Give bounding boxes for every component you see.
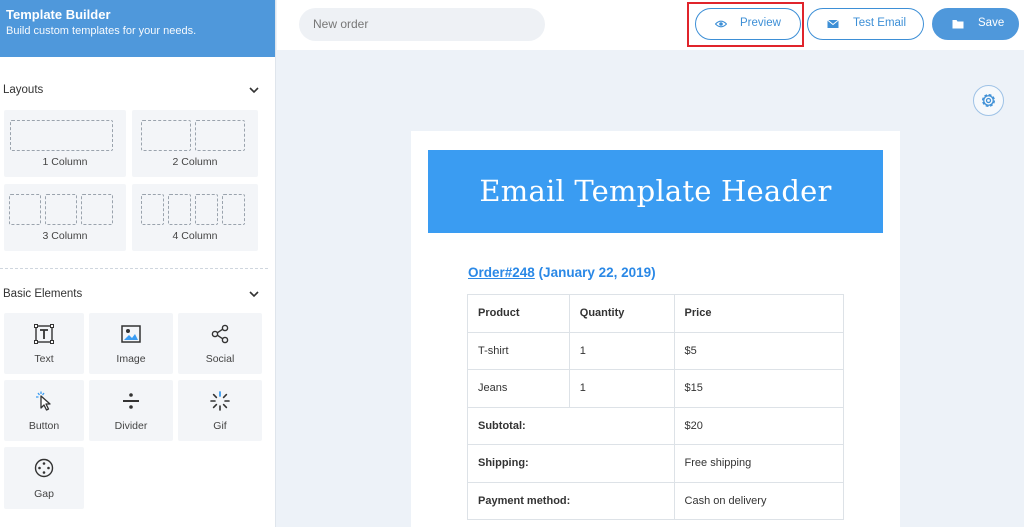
column-placeholder xyxy=(45,194,77,225)
element-image[interactable]: Image xyxy=(89,313,173,374)
layout-4-column[interactable]: 4 Column xyxy=(132,184,258,251)
table-row: T-shirt 1 $5 xyxy=(467,331,845,370)
folder-icon xyxy=(952,20,964,29)
chevron-down-icon xyxy=(249,87,259,94)
layout-3-column[interactable]: 3 Column xyxy=(4,184,126,251)
element-gap[interactable]: Gap xyxy=(4,447,84,509)
sidebar: Template Builder Build custom templates … xyxy=(0,0,276,527)
table-cell: 1 xyxy=(568,331,675,370)
table-header: Quantity xyxy=(568,294,675,333)
share-icon xyxy=(211,324,229,344)
envelope-icon xyxy=(827,19,839,28)
table-header: Product xyxy=(467,294,570,333)
layout-2-column[interactable]: 2 Column xyxy=(132,110,258,177)
basic-elements-section-toggle[interactable]: Basic Elements xyxy=(0,284,276,304)
topbar: New order Preview Test Email Save xyxy=(277,0,1024,50)
sidebar-brand: Template Builder Build custom templates … xyxy=(0,0,275,57)
element-label: Gif xyxy=(213,420,227,432)
table-cell: T-shirt xyxy=(467,331,570,370)
layout-label: 1 Column xyxy=(42,156,88,168)
email-header-banner[interactable]: Email Template Header xyxy=(428,150,883,233)
totals-row: Payment method: Cash on delivery xyxy=(467,481,845,520)
loader-icon xyxy=(210,391,230,411)
element-divider[interactable]: Divider xyxy=(89,380,173,441)
layout-label: 3 Column xyxy=(42,230,88,242)
sidebar-subtitle: Build custom templates for your needs. xyxy=(6,25,197,37)
element-label: Button xyxy=(28,420,60,432)
layout-1-column[interactable]: 1 Column xyxy=(4,110,126,177)
column-placeholder xyxy=(9,194,41,225)
chevron-down-icon xyxy=(249,291,259,298)
template-name-input[interactable]: New order xyxy=(299,8,545,41)
element-label: Text xyxy=(34,353,54,365)
element-social[interactable]: Social xyxy=(178,313,262,374)
column-placeholder xyxy=(10,120,113,151)
element-label: Image xyxy=(116,353,146,365)
test-email-label: Test Email xyxy=(853,17,907,29)
element-label: Social xyxy=(205,353,235,365)
element-button[interactable]: Button xyxy=(4,380,84,441)
layout-label: 2 Column xyxy=(172,156,218,168)
column-placeholder xyxy=(81,194,113,225)
totals-label: Shipping: xyxy=(467,444,675,483)
totals-row: Subtotal: $20 xyxy=(467,406,845,445)
table-cell: Jeans xyxy=(467,369,570,408)
column-placeholder xyxy=(222,194,245,225)
table-row: Jeans 1 $15 xyxy=(467,369,845,408)
totals-label: Payment method: xyxy=(467,481,675,520)
save-button[interactable]: Save xyxy=(932,8,1019,40)
image-icon xyxy=(121,325,141,343)
column-placeholder xyxy=(195,120,245,151)
order-heading: Order#248 (January 22, 2019) xyxy=(468,265,656,280)
cursor-click-icon xyxy=(36,391,51,411)
table-header: Price xyxy=(673,294,845,333)
order-link[interactable]: Order#248 xyxy=(468,265,535,280)
element-label: Divider xyxy=(114,420,148,432)
test-email-button[interactable]: Test Email xyxy=(807,8,924,40)
totals-value: Cash on delivery xyxy=(673,481,845,520)
column-placeholder xyxy=(195,194,218,225)
layouts-heading: Layouts xyxy=(3,84,44,96)
element-gif[interactable]: Gif xyxy=(178,380,262,441)
divider-icon xyxy=(123,393,139,409)
table-cell: 1 xyxy=(568,369,675,408)
gap-icon xyxy=(34,458,54,478)
element-text[interactable]: Text xyxy=(4,313,84,374)
order-date: (January 22, 2019) xyxy=(538,265,656,280)
preview-highlight-box xyxy=(687,2,804,47)
section-divider xyxy=(0,268,268,269)
element-label: Gap xyxy=(34,488,54,500)
email-canvas[interactable]: Email Template Header Order#248 (January… xyxy=(411,131,900,527)
column-placeholder xyxy=(141,120,191,151)
text-icon xyxy=(34,324,54,344)
settings-button[interactable] xyxy=(973,85,1004,116)
sidebar-title: Template Builder xyxy=(6,7,111,22)
totals-row: Shipping: Free shipping xyxy=(467,444,845,483)
basic-elements-heading: Basic Elements xyxy=(3,288,83,300)
column-placeholder xyxy=(141,194,164,225)
gear-icon xyxy=(981,93,996,108)
totals-value: Free shipping xyxy=(673,444,845,483)
layouts-section-toggle[interactable]: Layouts xyxy=(0,80,276,100)
table-header-row: Product Quantity Price xyxy=(467,294,845,333)
column-placeholder xyxy=(168,194,191,225)
totals-label: Subtotal: xyxy=(467,406,675,445)
layout-label: 4 Column xyxy=(172,230,218,242)
order-table: Product Quantity Price T-shirt 1 $5 Jean… xyxy=(467,294,845,520)
totals-value: $20 xyxy=(673,406,845,445)
table-cell: $5 xyxy=(673,331,845,370)
save-label: Save xyxy=(978,17,1005,29)
table-cell: $15 xyxy=(673,369,845,408)
